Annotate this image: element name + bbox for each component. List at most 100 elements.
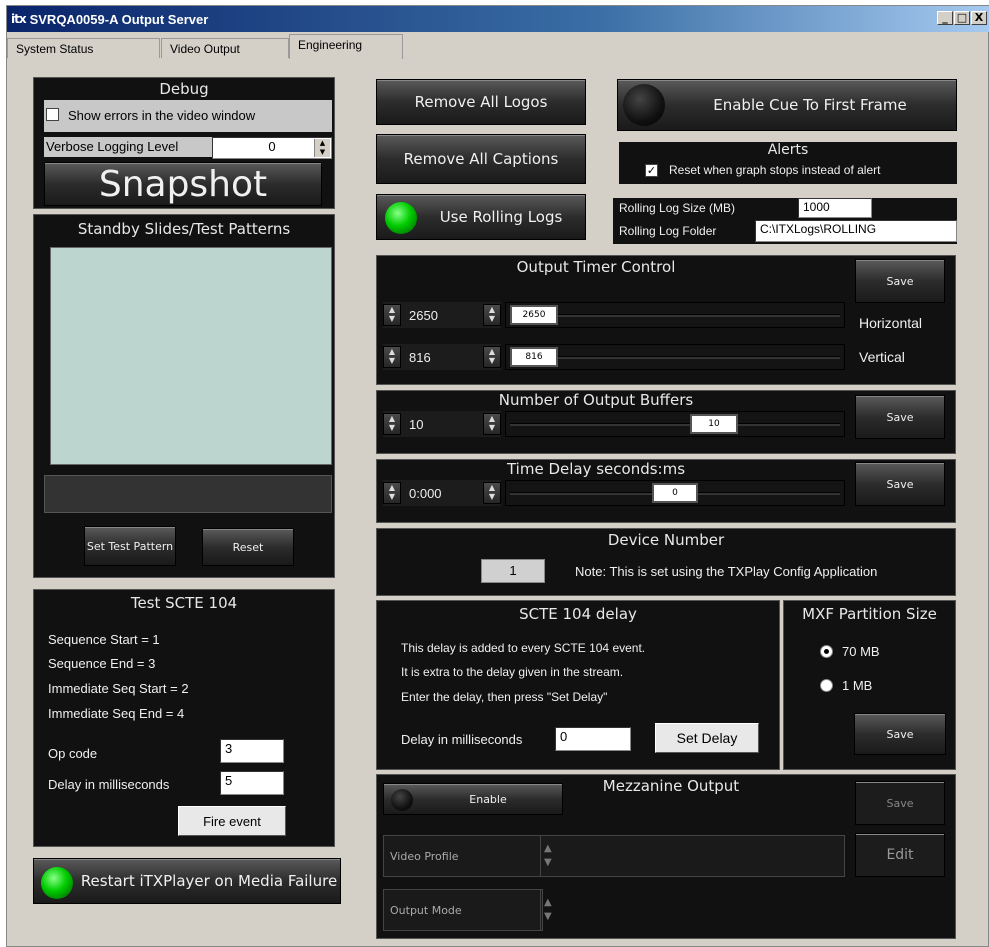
buffers-save-button[interactable]: Save [855, 395, 945, 439]
tab-bar: System Status Video Output Engineering [7, 34, 989, 59]
buffers-slider-thumb[interactable]: 10 [690, 414, 738, 434]
buffers-value: 10 [409, 416, 424, 432]
seq-start-text: Sequence Start = 1 [48, 632, 160, 647]
scte-delay-panel: SCTE 104 delay This delay is added to ev… [376, 600, 780, 770]
horizontal-up-icon[interactable]: ▲ ▼ [483, 304, 501, 326]
buffers-spinner[interactable]: ▲ ▼ 10 ▲ ▼ [383, 411, 501, 437]
mxf-1mb-radio[interactable] [820, 679, 833, 692]
slide-name-field[interactable] [44, 475, 332, 513]
time-delay-slider-thumb[interactable]: 0 [652, 483, 698, 503]
scte-delay-line-1: This delay is added to every SCTE 104 ev… [401, 641, 646, 655]
video-profile-label: Video Profile [390, 850, 459, 863]
vertical-spinner[interactable]: ▲ ▼ 816 ▲ ▼ [383, 344, 501, 370]
video-profile-arrows-icon[interactable]: ▲ ▼ [544, 842, 552, 870]
mxf-save-button[interactable]: Save [854, 713, 946, 755]
mezzanine-edit-button[interactable]: Edit [855, 833, 945, 877]
restart-label: Restart iTXPlayer on Media Failure [80, 871, 338, 890]
reset-alert-label: Reset when graph stops instead of alert [669, 163, 881, 177]
mxf-70mb-label: 70 MB [842, 644, 880, 659]
show-errors-row: Show errors in the video window [44, 100, 332, 132]
time-delay-spinner[interactable]: ▲ ▼ 0:000 ▲ ▼ [383, 480, 501, 506]
remove-all-logos-button[interactable]: Remove All Logos [376, 79, 586, 125]
imm-seq-start-text: Immediate Seq Start = 2 [48, 681, 189, 696]
horizontal-slider-thumb[interactable]: 2650 [510, 305, 558, 325]
imm-seq-end-text: Immediate Seq End = 4 [48, 706, 185, 721]
output-buffers-panel: Number of Output Buffers ▲ ▼ 10 ▲ ▼ 10 Sav… [376, 390, 956, 454]
time-delay-slider[interactable]: 0 [505, 480, 845, 506]
horizontal-spinner[interactable]: ▲ ▼ 2650 ▲ ▼ [383, 302, 501, 328]
set-test-pattern-button[interactable]: Set Test Pattern [84, 526, 176, 566]
tab-system-status[interactable]: System Status [7, 38, 160, 58]
reset-button[interactable]: Reset [202, 528, 294, 566]
close-button[interactable]: X [971, 11, 987, 25]
vertical-slider[interactable]: 816 [505, 344, 845, 370]
standby-title: Standby Slides/Test Patterns [77, 220, 291, 238]
vertical-value: 816 [409, 349, 431, 365]
remove-all-captions-button[interactable]: Remove All Captions [376, 134, 586, 184]
restart-led-icon [41, 867, 73, 899]
device-number-field: 1 [481, 559, 545, 583]
time-delay-down-icon[interactable]: ▲ ▼ [383, 482, 401, 504]
debug-title: Debug [159, 80, 209, 98]
op-code-input[interactable]: 3 [220, 739, 284, 763]
scte-delay-title: SCTE 104 delay [519, 605, 637, 623]
scte-delay-line-2: It is extra to the delay given in the st… [401, 665, 624, 679]
window-title: SVRQA0059-A Output Server [29, 11, 209, 27]
vertical-down-icon[interactable]: ▲ ▼ [383, 346, 401, 368]
scte-delay-input[interactable]: 5 [220, 771, 284, 795]
verbose-label: Verbose Logging Level [46, 139, 179, 154]
time-delay-value: 0:000 [409, 485, 442, 501]
output-timer-panel: Output Timer Control Save ▲ ▼ 2650 ▲ ▼ 265… [376, 255, 956, 385]
output-mode-dropdown[interactable]: Output Mode ▲ ▼ [383, 889, 552, 931]
horizontal-down-icon[interactable]: ▲ ▼ [383, 304, 401, 326]
buffers-up-icon[interactable]: ▲ ▼ [483, 413, 501, 435]
tab-engineering[interactable]: Engineering [289, 34, 403, 59]
output-mode-arrows-icon[interactable]: ▲ ▼ [544, 896, 552, 924]
mxf-70mb-radio[interactable] [820, 645, 833, 658]
app-logo-icon: itx [11, 12, 27, 26]
test-scte-title: Test SCTE 104 [130, 594, 238, 612]
scte-delay-ms-input[interactable]: 0 [555, 727, 631, 751]
horizontal-value: 2650 [409, 307, 438, 323]
title-bar: itx SVRQA0059-A Output Server _ □ X [7, 6, 989, 32]
device-number-title: Device Number [607, 531, 725, 549]
snapshot-button[interactable]: Snapshot [44, 162, 322, 206]
debug-panel: Debug Show errors in the video window Ve… [33, 77, 335, 209]
video-profile-dropdown[interactable]: Video Profile ▲ ▼ [383, 835, 845, 877]
rolling-folder-label: Rolling Log Folder [619, 224, 717, 238]
spinner-arrows-icon[interactable]: ▲ ▼ [314, 139, 330, 157]
time-delay-save-button[interactable]: Save [855, 462, 945, 506]
horizontal-slider[interactable]: 2650 [505, 302, 845, 328]
rolling-log-settings: Rolling Log Size (MB) 1000 Rolling Log F… [613, 198, 957, 244]
restart-on-failure-button[interactable]: Restart iTXPlayer on Media Failure [33, 858, 341, 904]
fire-event-button[interactable]: Fire event [178, 806, 286, 836]
verbose-level-value: 0 [268, 139, 276, 154]
tab-video-output[interactable]: Video Output [161, 38, 289, 58]
rolling-folder-input[interactable]: C:\ITXLogs\ROLLING [755, 220, 957, 242]
vertical-slider-thumb[interactable]: 816 [510, 347, 558, 367]
minimize-button[interactable]: _ [937, 11, 953, 25]
standby-panel: Standby Slides/Test Patterns Set Test Pa… [33, 214, 335, 578]
time-delay-up-icon[interactable]: ▲ ▼ [483, 482, 501, 504]
rolling-size-label: Rolling Log Size (MB) [619, 201, 736, 215]
enable-cue-button[interactable]: Enable Cue To First Frame [617, 79, 957, 131]
mxf-title: MXF Partition Size [802, 605, 937, 623]
vertical-up-icon[interactable]: ▲ ▼ [483, 346, 501, 368]
slide-list[interactable] [50, 247, 332, 465]
mezzanine-led-icon [391, 789, 413, 811]
buffers-down-icon[interactable]: ▲ ▼ [383, 413, 401, 435]
test-scte-panel: Test SCTE 104 Sequence Start = 1 Sequenc… [33, 589, 335, 847]
rolling-size-input[interactable]: 1000 [798, 198, 872, 218]
reset-alert-checkbox[interactable]: ✓ [645, 164, 658, 177]
mezzanine-save-button[interactable]: Save [855, 781, 945, 825]
maximize-button[interactable]: □ [954, 11, 970, 25]
verbose-level-spinner[interactable]: 0 ▲ ▼ [212, 137, 332, 159]
show-errors-checkbox[interactable] [46, 108, 59, 121]
timer-save-button[interactable]: Save [855, 259, 945, 303]
alerts-panel: Alerts ✓ Reset when graph stops instead … [619, 142, 957, 184]
mezzanine-panel: Mezzanine Output Enable Save Edit Video … [376, 774, 956, 939]
set-delay-button[interactable]: Set Delay [655, 723, 759, 753]
buffers-slider[interactable]: 10 [505, 411, 845, 437]
buffers-title: Number of Output Buffers [498, 391, 694, 409]
verbose-label-bg: Verbose Logging Level [44, 137, 212, 157]
